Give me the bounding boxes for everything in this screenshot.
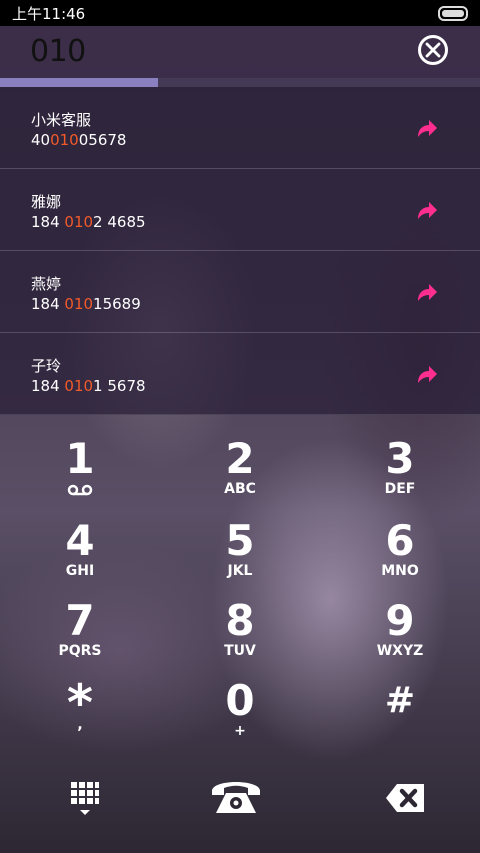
close-icon bbox=[425, 42, 441, 58]
backspace-icon[interactable] bbox=[385, 783, 425, 813]
key-letters: PQRS bbox=[58, 643, 102, 659]
search-progress-fill bbox=[0, 78, 159, 87]
key-digit: 6 bbox=[385, 516, 415, 565]
phone-icon[interactable] bbox=[210, 775, 262, 817]
battery-icon bbox=[438, 5, 468, 21]
status-bar: 上午11:46 bbox=[0, 0, 480, 26]
clear-query-button[interactable] bbox=[418, 35, 448, 65]
key-hash[interactable]: # bbox=[320, 679, 480, 759]
key-digit: 4 bbox=[65, 516, 95, 565]
key-letters: GHI bbox=[65, 563, 95, 579]
key-digit: # bbox=[384, 680, 416, 721]
share-arrow-icon[interactable] bbox=[416, 364, 438, 384]
key-digit: 7 bbox=[65, 596, 95, 645]
key-3[interactable]: 3 DEF bbox=[320, 437, 480, 517]
key-1[interactable]: 1 bbox=[0, 437, 160, 517]
share-arrow-icon[interactable] bbox=[416, 200, 438, 220]
contact-name: 燕婷 bbox=[31, 275, 62, 293]
share-arrow-icon[interactable] bbox=[416, 282, 438, 302]
contact-row[interactable]: 雅娜 184 0102 4685 bbox=[0, 169, 480, 251]
search-bar: 010 bbox=[0, 26, 480, 78]
key-2[interactable]: 2 ABC bbox=[160, 437, 320, 517]
contact-row[interactable]: 小米客服 4001005678 bbox=[0, 87, 480, 169]
key-letters: DEF bbox=[384, 481, 416, 497]
key-letters: JKL bbox=[227, 563, 253, 579]
search-progress-bar bbox=[0, 78, 480, 87]
dialer-action-bar bbox=[0, 765, 480, 835]
contact-name: 子玲 bbox=[31, 357, 62, 375]
search-results-list: 小米客服 4001005678 雅娜 184 0102 4685 燕婷 184 … bbox=[0, 87, 480, 415]
dialpad-toggle-icon[interactable] bbox=[70, 781, 100, 817]
contact-name: 小米客服 bbox=[31, 111, 92, 129]
contact-number: 4001005678 bbox=[31, 131, 127, 149]
contact-row[interactable]: 子玲 184 0101 5678 bbox=[0, 333, 480, 415]
key-letters: , bbox=[77, 717, 83, 733]
key-9[interactable]: 9 WXYZ bbox=[320, 599, 480, 679]
key-digit: 9 bbox=[385, 596, 415, 645]
key-digit: 1 bbox=[65, 434, 95, 483]
dial-query-input[interactable]: 010 bbox=[30, 34, 86, 69]
key-digit: 8 bbox=[225, 596, 255, 645]
contact-row[interactable]: 燕婷 184 01015689 bbox=[0, 251, 480, 333]
key-5[interactable]: 5 JKL bbox=[160, 519, 320, 599]
contact-name: 雅娜 bbox=[31, 193, 62, 211]
key-digit: 5 bbox=[225, 516, 255, 565]
key-letters: MNO bbox=[381, 563, 419, 579]
key-letters: WXYZ bbox=[376, 643, 424, 659]
share-arrow-icon[interactable] bbox=[416, 118, 438, 138]
contact-number: 184 01015689 bbox=[31, 295, 141, 313]
key-4[interactable]: 4 GHI bbox=[0, 519, 160, 599]
key-8[interactable]: 8 TUV bbox=[160, 599, 320, 679]
key-letters: + bbox=[234, 723, 246, 739]
contact-number: 184 0101 5678 bbox=[31, 377, 146, 395]
key-7[interactable]: 7 PQRS bbox=[0, 599, 160, 679]
contact-number: 184 0102 4685 bbox=[31, 213, 146, 231]
status-time: 上午11:46 bbox=[12, 4, 86, 23]
key-digit: 0 bbox=[225, 676, 255, 725]
key-6[interactable]: 6 MNO bbox=[320, 519, 480, 599]
voicemail-icon bbox=[67, 484, 93, 496]
key-letters: ABC bbox=[224, 481, 256, 497]
key-digit: 3 bbox=[385, 434, 415, 483]
key-0[interactable]: 0 + bbox=[160, 679, 320, 759]
key-star[interactable]: * , bbox=[0, 678, 160, 759]
key-letters: TUV bbox=[224, 643, 256, 659]
key-digit: 2 bbox=[225, 434, 255, 483]
